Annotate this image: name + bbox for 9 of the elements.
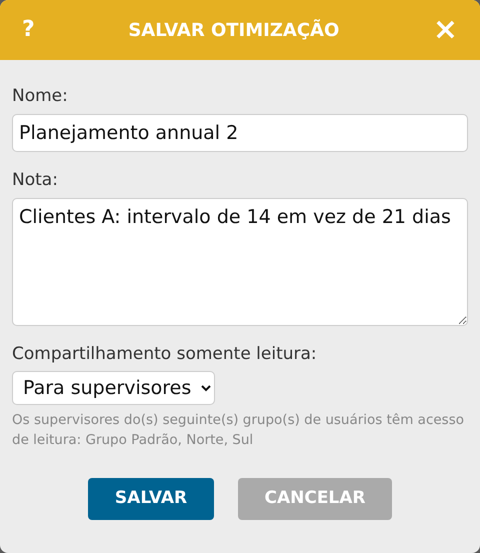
field-label: Compartilhamento somente leitura:	[12, 342, 318, 366]
help-text: Os supervisores do(s) seguinte(s) grupo(s) de usuários têm acesso de leitura: Grupo Padrão, Norte, Sul	[12, 411, 465, 450]
field-label: Nota:	[12, 169, 59, 192]
note-field[interactable]: Clientes A: intervalo de 14 em vez de 21 dias	[12, 198, 468, 326]
field-label: Nome:	[12, 85, 69, 108]
dialog-title: SALVAR OTIMIZAÇÃO	[128, 18, 340, 42]
sharing-dropdown[interactable]: Para supervisores	[12, 371, 215, 405]
name-field[interactable]: Planejamento annual 2	[12, 114, 468, 152]
save-button[interactable]: SALVAR	[88, 478, 214, 520]
